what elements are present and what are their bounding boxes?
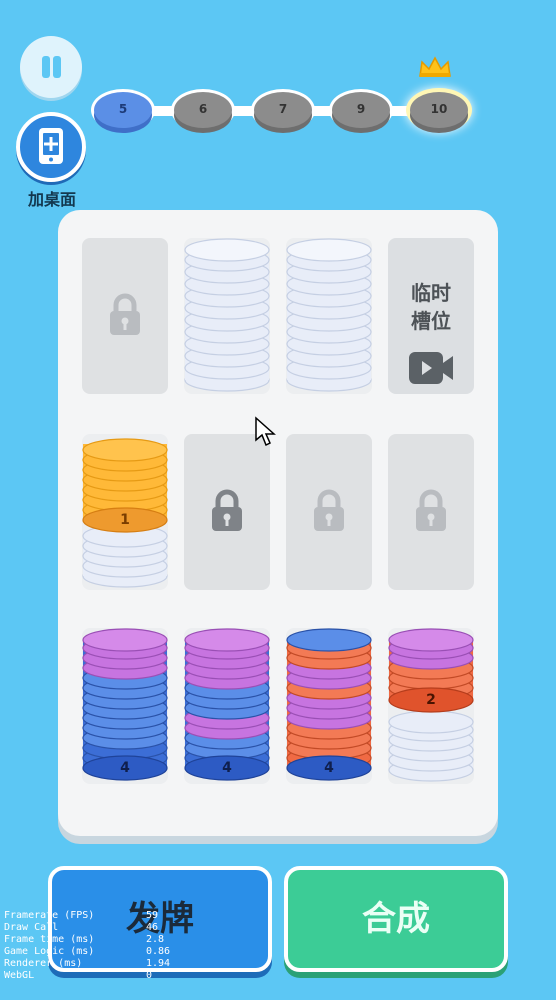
pause-icon-bar — [53, 56, 61, 78]
stat-row: Game Logic (ms) 0.86 — [4, 946, 174, 958]
stat-label: Renderer (ms) — [4, 958, 83, 969]
stat-value: 59 — [146, 910, 159, 921]
level-node-final: 10 — [410, 92, 468, 128]
chip-stack: 4 — [184, 628, 270, 781]
stat-value: 0.86 — [146, 946, 171, 957]
locked-slot[interactable] — [286, 434, 372, 590]
add-to-desktop-button[interactable] — [16, 112, 86, 182]
mouse-cursor-icon — [255, 416, 276, 447]
empty-chip-stack — [184, 238, 270, 392]
lock-icon — [110, 293, 140, 335]
stat-value: 2.8 — [146, 934, 165, 945]
level-node-current: 5 — [94, 92, 152, 128]
stat-label: WebGL — [4, 970, 35, 981]
stack-slot[interactable]: 1 — [82, 434, 168, 590]
debug-overlay-icon — [4, 2, 44, 22]
level-node: 6 — [174, 92, 232, 128]
stack-count: 4 — [222, 760, 232, 776]
stat-row: WebGL 0 — [4, 970, 174, 982]
temporary-slot[interactable]: 临时 槽位 — [388, 238, 474, 394]
chip-stack: 1 — [82, 438, 168, 588]
stack-slot[interactable] — [184, 238, 270, 394]
stat-row: Frame time (ms) 2.8 — [4, 934, 174, 946]
stat-row: Draw Call 46 — [4, 922, 174, 934]
level-node: 9 — [332, 92, 390, 128]
video-camera-icon — [409, 352, 453, 384]
crown-icon — [419, 56, 451, 77]
locked-slot[interactable] — [388, 434, 474, 590]
stat-row: Framerate (FPS) 59 — [4, 910, 174, 922]
temp-slot-label-line2: 槽位 — [411, 309, 451, 333]
stat-label: Framerate (FPS) — [4, 910, 95, 921]
stack-count: 4 — [324, 760, 334, 776]
chip-stack: 2 — [388, 628, 474, 782]
stack-count: 1 — [120, 512, 130, 528]
pause-button[interactable] — [20, 36, 82, 98]
performance-stats: Framerate (FPS) 59 Draw Call 46 Frame time… — [4, 910, 174, 982]
phone-plus-icon — [39, 128, 63, 164]
chip-stack: 4 — [82, 628, 168, 781]
stat-label: Frame time (ms) — [4, 934, 95, 945]
lock-icon — [314, 489, 344, 531]
level-node: 7 — [254, 92, 312, 128]
locked-slot[interactable] — [82, 238, 168, 394]
stack-count: 4 — [120, 760, 130, 776]
game-board: 临时 槽位 1 4 4 4 2 — [58, 210, 498, 836]
stack-slot[interactable] — [286, 238, 372, 394]
temp-slot-label-line1: 临时 — [411, 281, 451, 305]
lock-icon — [212, 489, 242, 531]
stack-slot[interactable]: 4 — [184, 628, 270, 784]
stat-label: Draw Call — [4, 922, 59, 933]
stack-slot[interactable]: 4 — [286, 628, 372, 784]
locked-slot[interactable] — [184, 434, 270, 590]
stack-slot[interactable]: 2 — [388, 628, 474, 784]
stat-label: Game Logic (ms) — [4, 946, 95, 957]
chip-stack: 4 — [286, 628, 372, 781]
empty-chip-stack — [286, 238, 372, 392]
stat-value: 0 — [146, 970, 153, 981]
stack-count: 2 — [426, 692, 436, 708]
add-to-desktop-label: 加桌面 — [27, 190, 76, 209]
pause-icon — [42, 56, 50, 78]
stat-value: 46 — [146, 922, 159, 933]
merge-button[interactable]: 合成 — [284, 866, 508, 972]
stat-row: Renderer (ms) 1.94 — [4, 958, 174, 970]
stat-value: 1.94 — [146, 958, 171, 969]
lock-icon — [416, 489, 446, 531]
stack-slot[interactable]: 4 — [82, 628, 168, 784]
